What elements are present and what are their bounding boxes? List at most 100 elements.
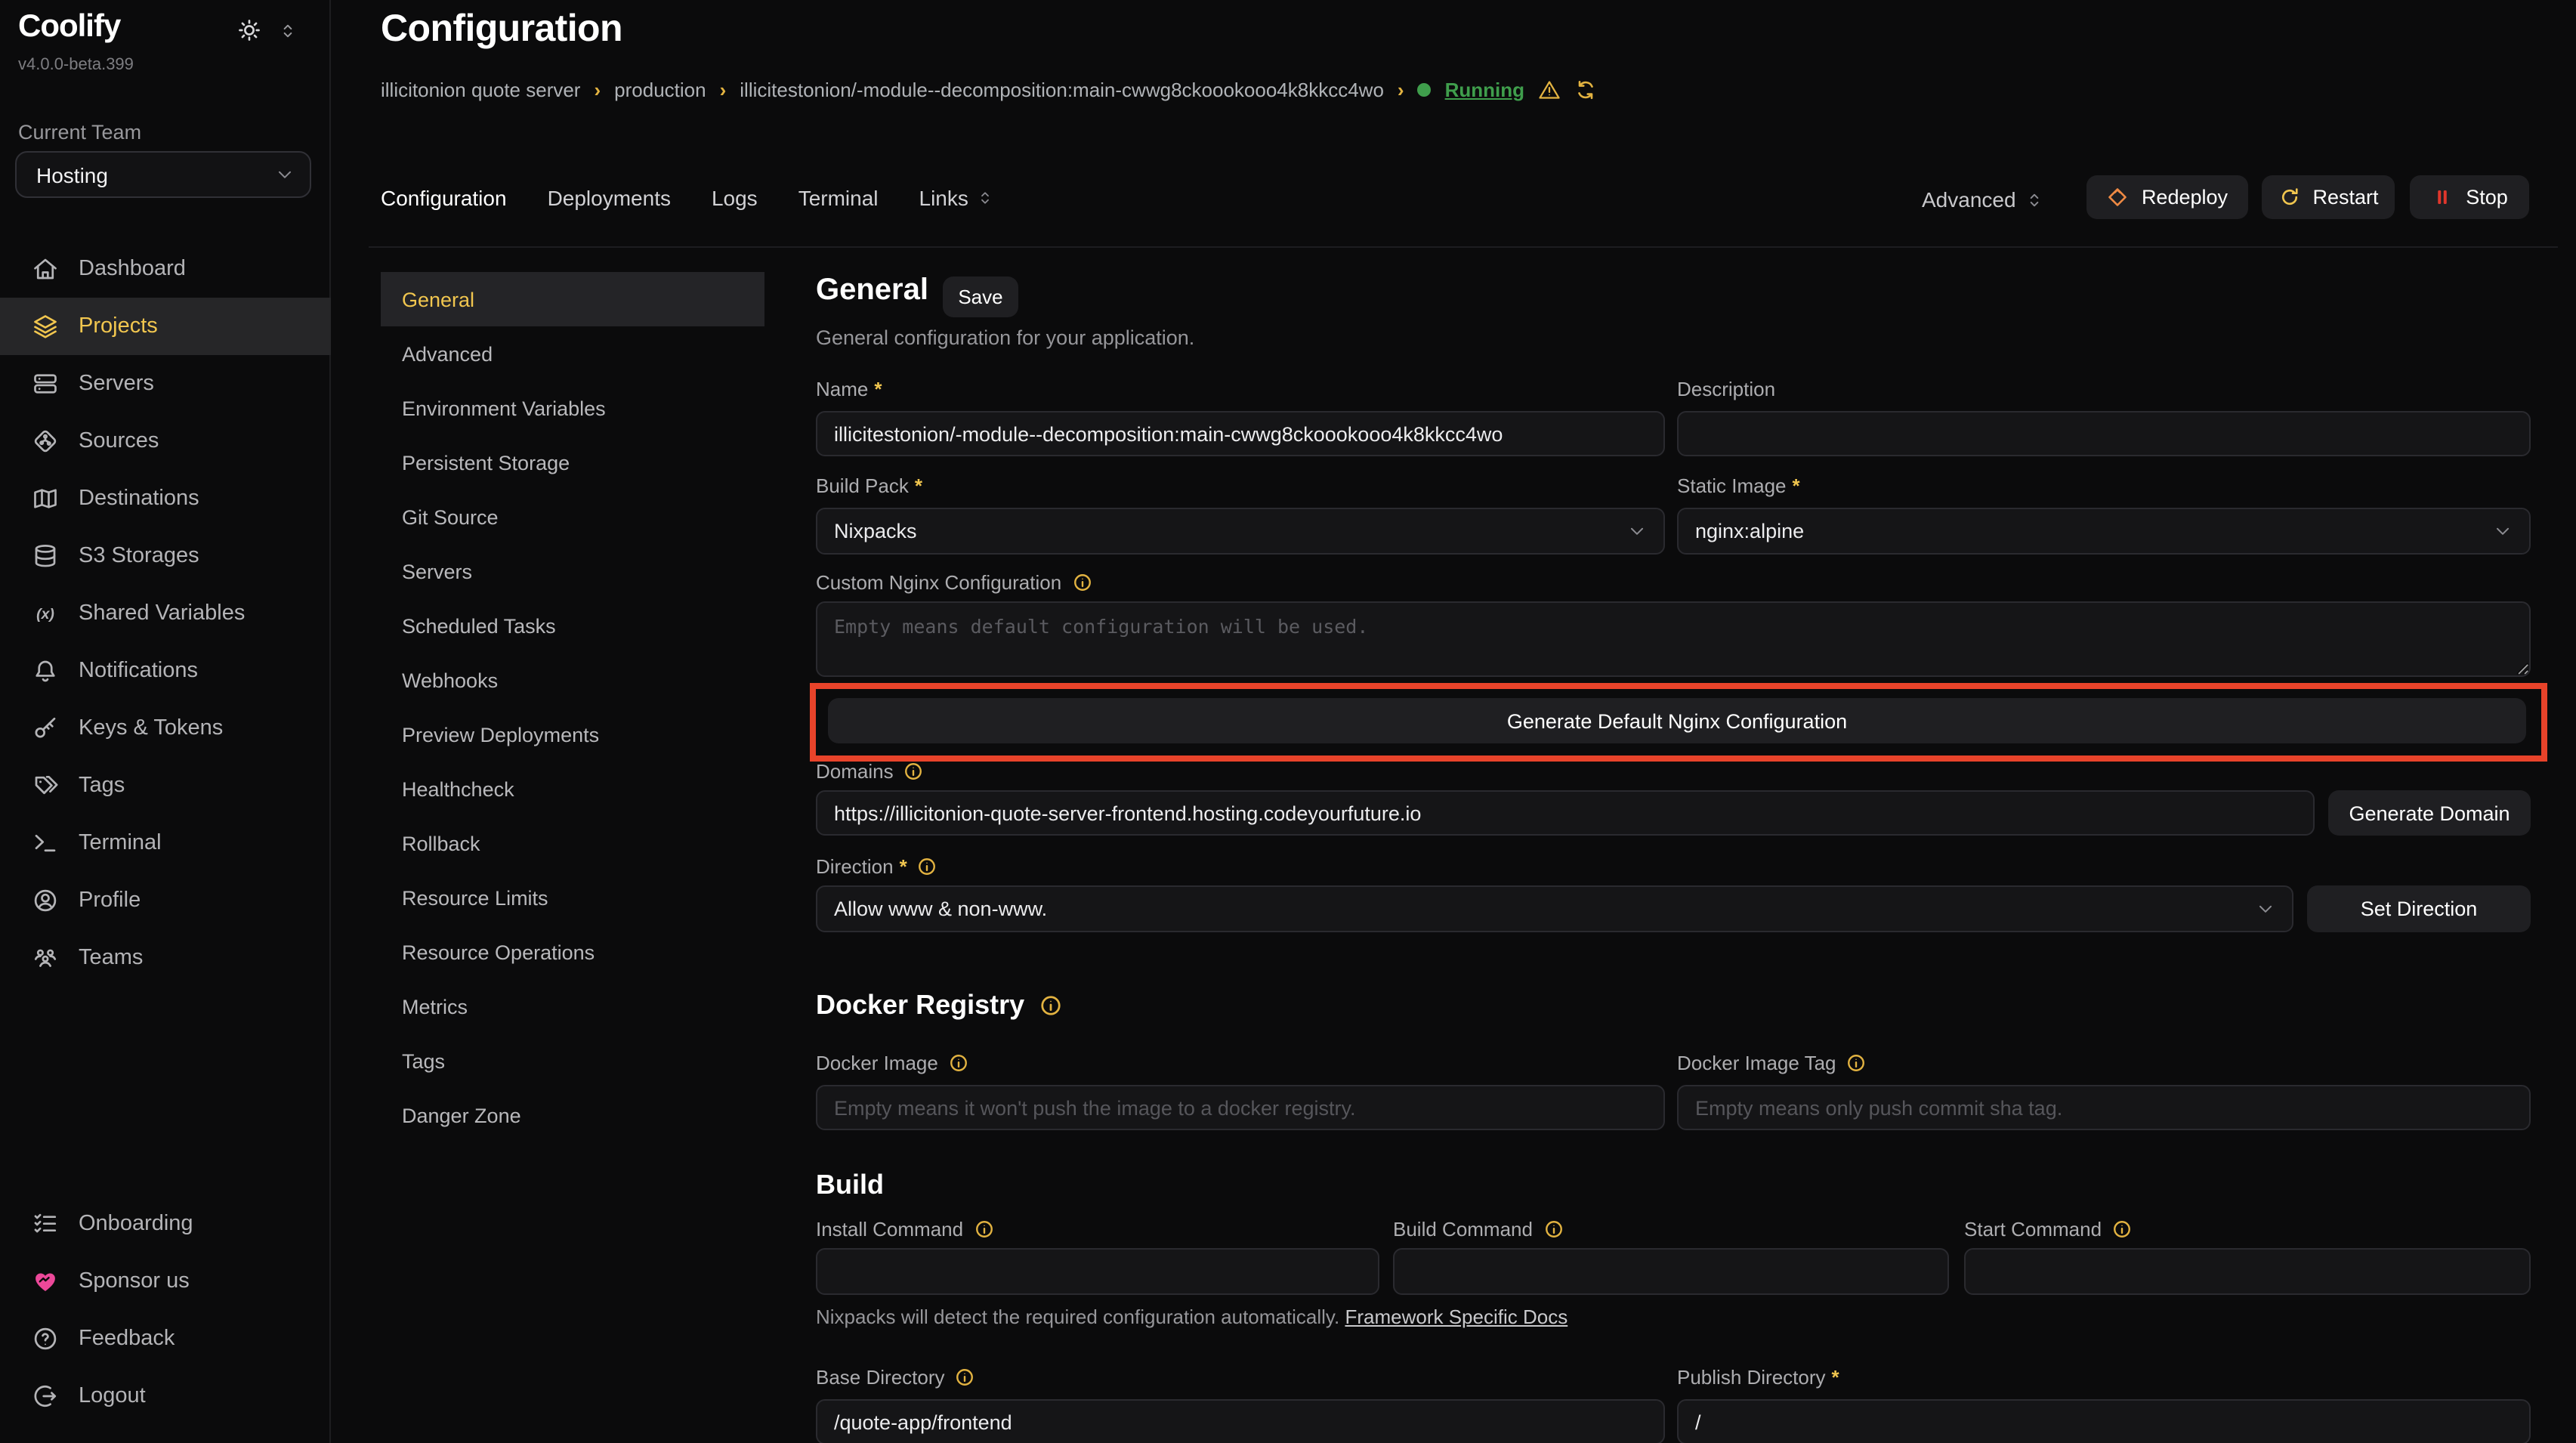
refresh-icon[interactable] [1574, 79, 1597, 101]
sidebar-item-label: Dashboard [79, 257, 186, 281]
app-logo: Coolify [18, 9, 120, 45]
subnav-item-webhooks[interactable]: Webhooks [381, 653, 764, 707]
subnav-item-persistent-storage[interactable]: Persistent Storage [381, 435, 764, 490]
sidebar-item-projects[interactable]: Projects [0, 298, 331, 355]
sidebar-item-label: Onboarding [79, 1212, 193, 1236]
sidebar-item-dashboard[interactable]: Dashboard [0, 240, 331, 298]
build-command-input[interactable] [1393, 1248, 1949, 1295]
tab-links[interactable]: Links [919, 186, 994, 210]
subnav-item-danger-zone[interactable]: Danger Zone [381, 1088, 764, 1142]
sidebar-item-destinations[interactable]: Destinations [0, 470, 331, 527]
info-icon[interactable] [1072, 573, 1092, 592]
direction-select[interactable]: Allow www & non-www. [816, 885, 2293, 932]
stop-button[interactable]: Stop [2410, 175, 2529, 219]
breadcrumb-item[interactable]: illicitestonion/-module--decomposition:m… [740, 79, 1384, 101]
domains-input[interactable] [816, 790, 2315, 836]
subnav-item-rollback[interactable]: Rollback [381, 816, 764, 870]
publish-directory-input[interactable] [1677, 1399, 2531, 1443]
sidebar-item-logout[interactable]: Logout [0, 1367, 331, 1425]
install-command-input[interactable] [816, 1248, 1379, 1295]
subnav-item-preview-deployments[interactable]: Preview Deployments [381, 707, 764, 762]
description-input[interactable] [1677, 411, 2531, 456]
tab-deployments[interactable]: Deployments [548, 186, 671, 210]
sidebar-item-keys-tokens[interactable]: Keys & Tokens [0, 700, 331, 757]
subnav-item-tags[interactable]: Tags [381, 1034, 764, 1088]
subnav-item-environment-variables[interactable]: Environment Variables [381, 381, 764, 435]
info-icon[interactable] [949, 1053, 968, 1073]
set-direction-button[interactable]: Set Direction [2307, 885, 2531, 932]
tab-configuration[interactable]: Configuration [381, 186, 507, 210]
sidebar-item-sources[interactable]: Sources [0, 413, 331, 470]
subnav-item-resource-operations[interactable]: Resource Operations [381, 925, 764, 979]
tab-logs[interactable]: Logs [712, 186, 758, 210]
sidebar-item-servers[interactable]: Servers [0, 355, 331, 413]
sidebar-item-onboarding[interactable]: Onboarding [0, 1195, 331, 1253]
subnav-item-resource-limits[interactable]: Resource Limits [381, 870, 764, 925]
help-icon [32, 1325, 59, 1352]
start-command-label: Start Command [1964, 1218, 2132, 1241]
sidebar-item-notifications[interactable]: Notifications [0, 642, 331, 700]
warning-icon[interactable] [1538, 79, 1561, 101]
advanced-dropdown[interactable]: Advanced [1922, 181, 2045, 218]
chevron-right-icon: › [720, 79, 727, 101]
sidebar-item-label: Servers [79, 372, 154, 396]
subnav-item-scheduled-tasks[interactable]: Scheduled Tasks [381, 598, 764, 653]
page-title: Configuration [381, 8, 622, 51]
theme-sun-icon[interactable] [237, 18, 261, 42]
subnav-item-general[interactable]: General [381, 272, 764, 326]
subnav-item-git-source[interactable]: Git Source [381, 490, 764, 544]
tabbar-divider [369, 246, 2558, 248]
info-icon[interactable] [956, 1367, 975, 1387]
domains-label: Domains [816, 760, 924, 783]
info-icon[interactable] [1039, 994, 1062, 1017]
sidebar-item-tags[interactable]: Tags [0, 757, 331, 814]
required-asterisk: * [915, 474, 922, 497]
info-icon[interactable] [1847, 1053, 1867, 1073]
checklist-icon [32, 1210, 59, 1238]
build-pack-label: Build Pack* [816, 474, 922, 497]
save-button[interactable]: Save [943, 277, 1018, 317]
chevron-down-icon [2493, 521, 2513, 541]
key-icon [32, 715, 59, 742]
generate-nginx-config-button[interactable]: Generate Default Nginx Configuration [828, 698, 2526, 743]
generate-domain-button[interactable]: Generate Domain [2328, 790, 2531, 836]
build-pack-select[interactable]: Nixpacks [816, 508, 1665, 555]
info-icon[interactable] [904, 762, 924, 781]
breadcrumb-item[interactable]: illicitonion quote server [381, 79, 580, 101]
sidebar-item-shared-variables[interactable]: (x)Shared Variables [0, 585, 331, 642]
subnav-item-servers[interactable]: Servers [381, 544, 764, 598]
restart-button[interactable]: Restart [2262, 175, 2395, 219]
docker-registry-heading: Docker Registry [816, 990, 1062, 1021]
sidebar-item-teams[interactable]: Teams [0, 929, 331, 987]
info-icon[interactable] [918, 857, 937, 876]
start-command-input[interactable] [1964, 1248, 2531, 1295]
team-select[interactable]: Hosting [15, 151, 311, 198]
teams-icon [32, 944, 59, 972]
sidebar-item-s3-storages[interactable]: S3 Storages [0, 527, 331, 585]
sidebar-item-profile[interactable]: Profile [0, 872, 331, 929]
breadcrumb-item[interactable]: production [614, 79, 706, 101]
shared-vars-icon: (x) [32, 600, 59, 627]
sidebar-item-terminal[interactable]: Terminal [0, 814, 331, 872]
redeploy-button[interactable]: Redeploy [2086, 175, 2248, 219]
info-icon[interactable] [974, 1219, 993, 1239]
subnav-item-advanced[interactable]: Advanced [381, 326, 764, 381]
docker-image-input[interactable] [816, 1085, 1665, 1130]
sidebar-item-feedback[interactable]: Feedback [0, 1310, 331, 1367]
subnav-item-healthcheck[interactable]: Healthcheck [381, 762, 764, 816]
framework-docs-link[interactable]: Framework Specific Docs [1345, 1305, 1568, 1328]
heart-icon [32, 1268, 59, 1295]
layers-icon [32, 313, 59, 340]
info-icon[interactable] [2112, 1219, 2132, 1239]
theme-switcher-chevron-icon[interactable] [278, 21, 298, 41]
static-image-select[interactable]: nginx:alpine [1677, 508, 2531, 555]
info-icon[interactable] [1543, 1219, 1563, 1239]
docker-image-tag-input[interactable] [1677, 1085, 2531, 1130]
sidebar-item-sponsor-us[interactable]: Sponsor us [0, 1253, 331, 1310]
custom-nginx-textarea[interactable] [816, 601, 2531, 677]
status-running-link[interactable]: Running [1445, 79, 1524, 101]
tab-terminal[interactable]: Terminal [798, 186, 879, 210]
name-input[interactable] [816, 411, 1665, 456]
base-directory-input[interactable] [816, 1399, 1665, 1443]
subnav-item-metrics[interactable]: Metrics [381, 979, 764, 1034]
